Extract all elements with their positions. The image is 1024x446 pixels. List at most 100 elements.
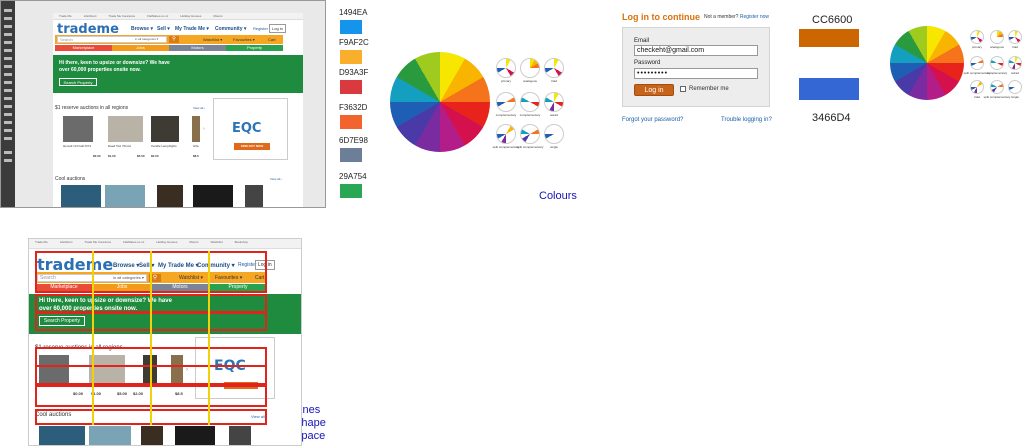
item-thumbnail[interactable] [245,185,263,207]
site-tab[interactable]: FlatMates.co.nz [141,13,174,19]
tool-icon[interactable] [4,33,12,36]
carousel-next-icon[interactable]: › [203,126,205,132]
tool-icon[interactable] [4,151,12,154]
site-tab[interactable]: FlatMates.co.nz [117,239,150,248]
cart-link[interactable]: Cart [268,37,276,42]
scheme-wheel [1008,80,1022,94]
trademe-screenshot-annotated: Trade Me LifeDirect Trade Me Insurance F… [28,238,302,446]
login-button[interactable]: Log in [269,24,286,33]
tool-icon[interactable] [4,17,12,20]
item-thumbnail[interactable] [229,426,251,445]
category-select[interactable]: in all categories ▾ [135,37,158,41]
tool-icon[interactable] [4,57,12,60]
reserve-heading: $1 reserve auctions in all regions [55,105,129,111]
site-tab[interactable]: Holiday Houses [150,239,183,248]
tool-icon[interactable] [4,105,12,108]
search-icon[interactable]: ⚲ [169,36,179,43]
item-thumbnail[interactable] [108,116,143,142]
view-all-link[interactable]: View all › [193,106,205,110]
site-tab[interactable]: Holiday Houses [174,13,207,19]
tool-icon[interactable] [4,137,12,140]
site-tab[interactable]: LifeDirect [54,239,79,248]
item-title[interactable]: Daed Tsci 70mml [108,144,131,148]
grid-guide-line [150,251,152,425]
watchlist-link[interactable]: Watchlist ▾ [203,37,222,42]
tool-icon[interactable] [4,25,12,28]
color-swatch [340,20,362,34]
item-title[interactable]: Candle Lamp/lights [151,144,177,148]
nav-browse[interactable]: Browse ▾ [131,26,153,32]
site-tab[interactable]: LifeDirect [78,13,103,19]
site-tab[interactable]: Motors [207,13,228,19]
item-thumbnail[interactable] [61,185,101,207]
item-thumbnail[interactable] [151,116,179,142]
trouble-login-link[interactable]: Trouble logging in? [721,117,772,123]
trademe-screenshot-1: Trade Me LifeDirect Trade Me Insurance F… [0,0,326,208]
cat-property[interactable]: Property [226,45,283,51]
tool-icon[interactable] [4,113,12,116]
item-title[interactable]: Hervell 10 Frath 8/74 [63,144,91,148]
item-thumbnail[interactable] [192,116,200,142]
register-now-link[interactable]: Register now [740,14,769,20]
ad-banner[interactable]: EQC FIND OUT NOW [213,98,288,160]
item-thumbnail[interactable] [105,185,145,207]
tool-icon[interactable] [4,65,12,68]
tool-icon[interactable] [4,49,12,52]
item-thumbnail[interactable] [39,426,85,445]
view-all-link[interactable]: View all › [270,177,282,181]
site-tab[interactable]: Motors [183,239,204,248]
site-tab[interactable]: Trade Me Insurance [78,239,117,248]
tool-icon[interactable] [4,159,12,162]
cat-motors[interactable]: Motors [169,45,226,51]
scheme-wheel [544,58,564,78]
hero-subline: over 60,000 properties onsite now. [59,67,141,73]
scheme-wheel [496,58,516,78]
tool-icon[interactable] [4,41,12,44]
site-tab[interactable]: Bookshop [229,239,254,248]
item-thumbnail[interactable] [157,185,183,207]
nav-community[interactable]: Community ▾ [215,26,246,32]
nav-my-trademe[interactable]: My Trade Me ▾ [175,26,209,32]
forgot-password-link[interactable]: Forgot your password? [622,117,683,123]
password-field[interactable]: ••••••••• [634,68,758,79]
tool-icon[interactable] [4,97,12,100]
email-field[interactable]: checkeht@gmail.com [634,45,758,56]
swatch-code: CC6600 [812,14,853,26]
tool-icon[interactable] [4,73,12,76]
cat-jobs[interactable]: Jobs [112,45,169,51]
item-title[interactable]: Gifa [193,144,199,148]
register-link[interactable]: Register [253,26,268,31]
item-thumbnail[interactable] [193,185,233,207]
remember-me-checkbox[interactable] [680,86,686,92]
login-submit-button[interactable]: Log in [634,84,674,96]
category-bar: Marketplace Jobs Motors Property [55,45,283,51]
color-swatch [340,184,362,198]
site-tab[interactable]: Watchlist [205,239,229,248]
tool-icon[interactable] [4,129,12,132]
site-tab[interactable]: Trade Me [29,239,54,248]
color-swatch [340,148,362,162]
item-thumbnail[interactable] [141,426,163,445]
item-thumbnail[interactable] [63,116,93,142]
tool-icon[interactable] [4,89,12,92]
tool-icon[interactable] [4,121,12,124]
tool-icon[interactable] [4,9,12,12]
scheme-label: tetrad [550,113,558,117]
scheme-wheel [970,56,984,70]
signup-prompt: Not a member? Register now [704,14,769,20]
site-tab[interactable]: Trade Me Insurance [102,13,141,19]
scheme-wheel [520,92,540,112]
cat-marketplace[interactable]: Marketplace [55,45,112,51]
hero-banner: Hi there, keen to upsize or downsize? We… [53,55,303,93]
item-thumbnail[interactable] [175,426,215,445]
site-tab[interactable]: Trade Me [53,13,78,19]
search-property-button[interactable]: Search Property [59,78,97,86]
item-thumbnail[interactable] [89,426,131,445]
tool-icon[interactable] [4,81,12,84]
item-price: $0.00 [93,154,101,158]
nav-sell[interactable]: Sell ▾ [157,26,170,32]
colours-caption: Colours [539,190,577,202]
favourites-link[interactable]: Favourites ▾ [233,37,255,42]
ad-cta-button[interactable]: FIND OUT NOW [234,143,270,150]
hero-headline: Hi there, keen to upsize or downsize? We… [59,60,170,66]
